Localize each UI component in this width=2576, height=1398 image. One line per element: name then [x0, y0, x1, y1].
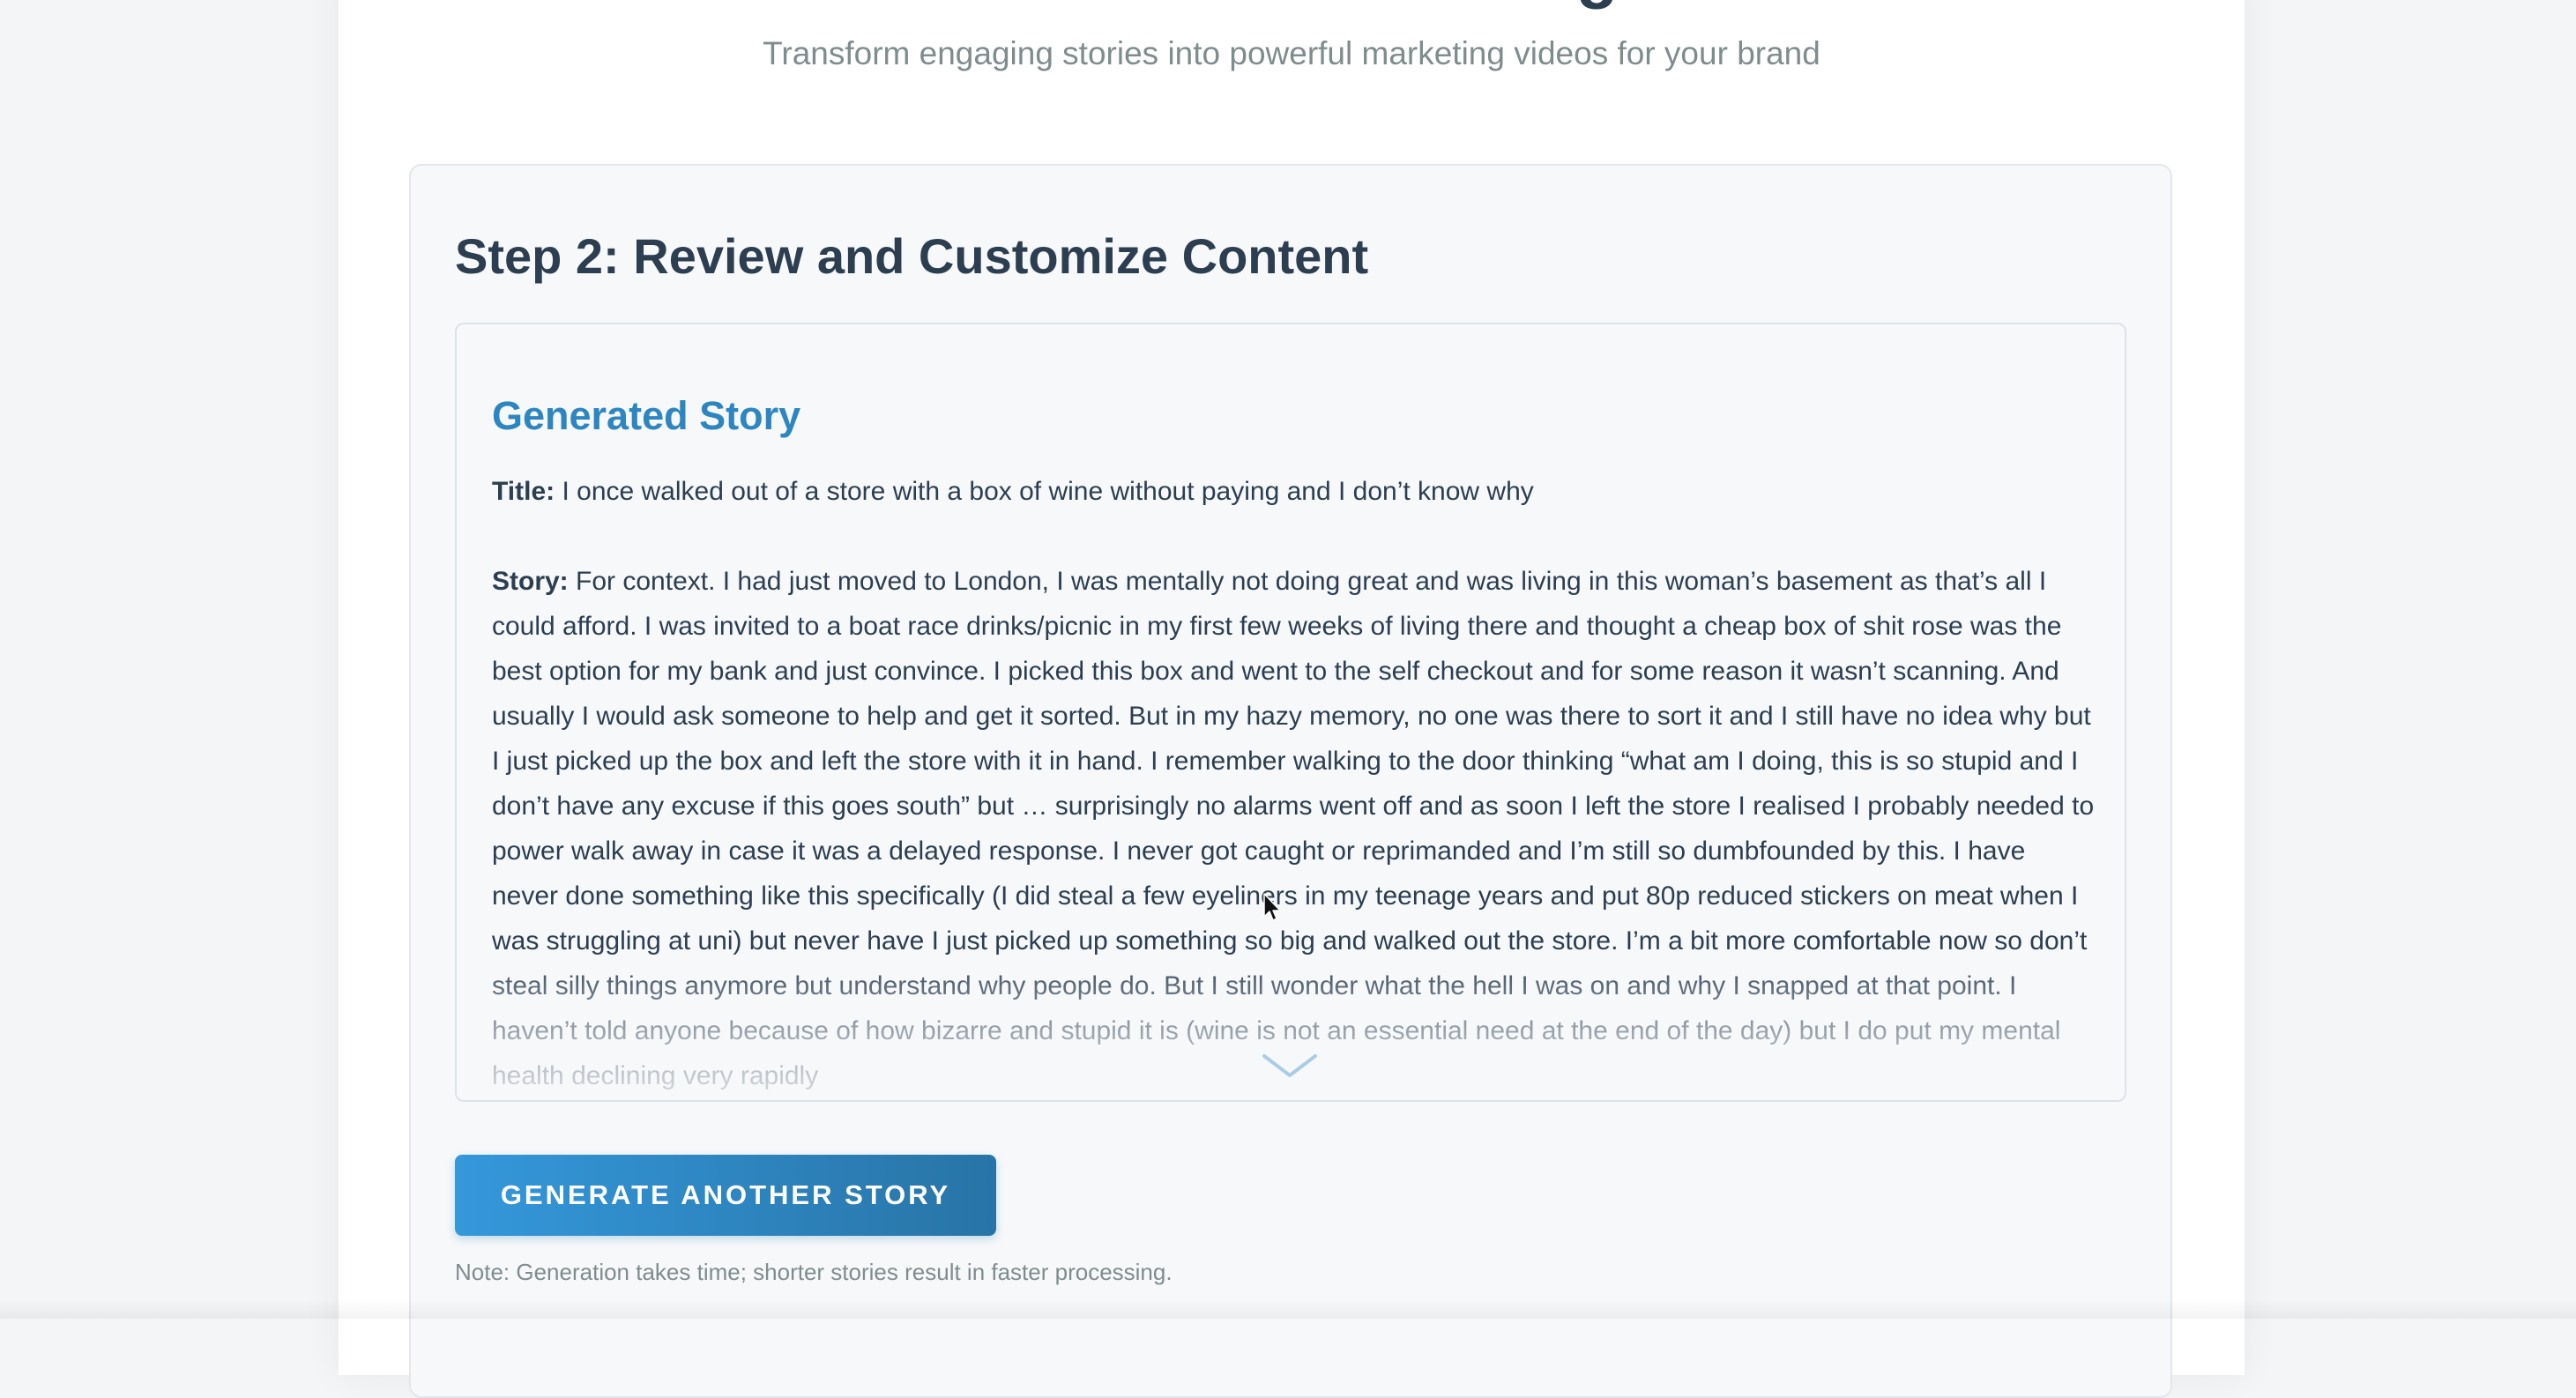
generation-note: Note: Generation takes time; shorter sto…	[455, 1259, 1173, 1285]
page-subtitle: Transform engaging stories into powerful…	[763, 35, 1820, 71]
step-panel: Step 2: Review and Customize Content Gen…	[409, 164, 2172, 1398]
main-card: AI-Powered Content Marketing Generator T…	[339, 0, 2245, 1398]
story-title-value: I once walked out of a store with a box …	[562, 477, 1534, 506]
mouse-pointer-icon	[1262, 892, 1284, 924]
chevron-down-icon[interactable]	[1259, 1049, 1321, 1084]
story-box[interactable]: Generated Story Title: I once walked out…	[455, 323, 2126, 1102]
step-heading: Step 2: Review and Customize Content	[455, 228, 1369, 284]
page-title: AI-Powered Content Marketing Generator	[339, 0, 2245, 11]
generate-another-story-button[interactable]: Generate Another Story	[455, 1155, 996, 1236]
story-title-line: Title: I once walked out of a store with…	[492, 469, 2096, 514]
story-body: Title: I once walked out of a store with…	[492, 469, 2096, 1098]
story-text-label: Story:	[492, 567, 569, 596]
story-text-value: For context. I had just moved to London,…	[492, 567, 2095, 1090]
story-title-label: Title:	[492, 477, 555, 506]
story-section-heading: Generated Story	[492, 393, 801, 438]
story-text-paragraph: Story: For context. I had just moved to …	[492, 559, 2096, 1098]
